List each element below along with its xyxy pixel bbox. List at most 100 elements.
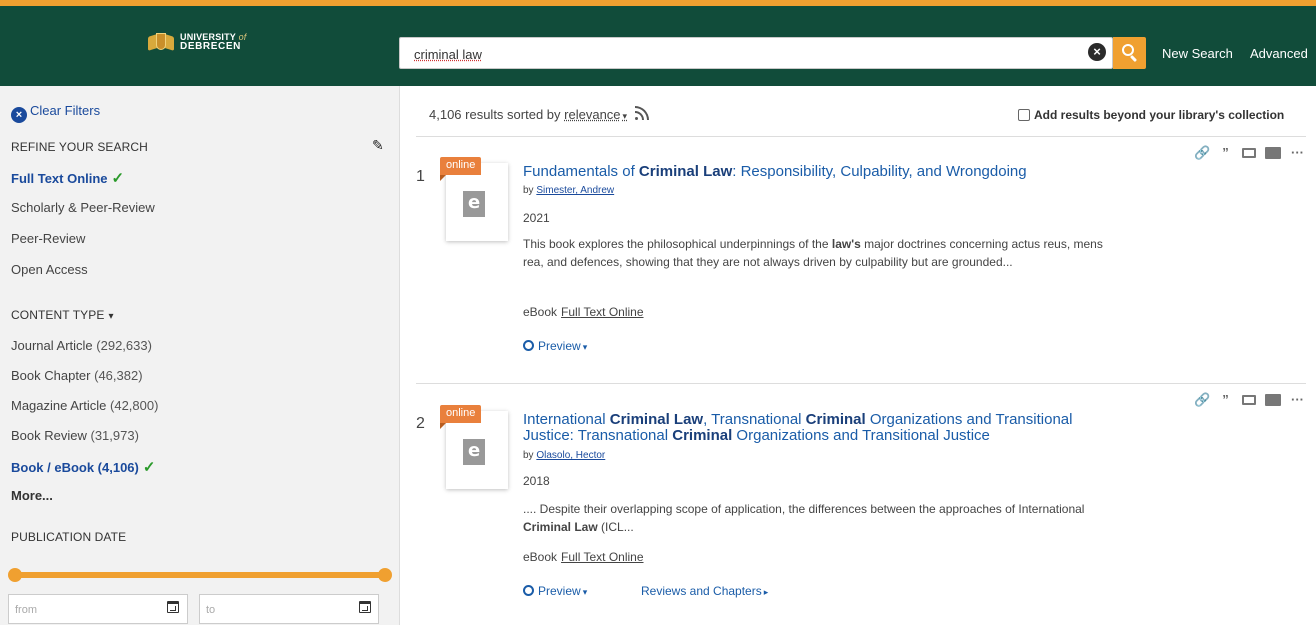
date-from-input[interactable]: from bbox=[8, 594, 188, 624]
title-part: International bbox=[523, 411, 610, 428]
full-text-link[interactable]: Full Text Online bbox=[561, 550, 643, 564]
clear-search-icon[interactable]: × bbox=[1088, 43, 1106, 61]
preview-icon bbox=[523, 340, 534, 351]
slider-handle-end[interactable] bbox=[378, 568, 392, 582]
content-type-count: (292,633) bbox=[96, 338, 152, 353]
author-link[interactable]: Olasolo, Hector bbox=[536, 450, 605, 461]
date-range-slider[interactable] bbox=[14, 572, 386, 578]
title-part-bold: Criminal bbox=[805, 411, 866, 428]
title-part: : Responsibility, Culpability, and Wrong… bbox=[732, 163, 1027, 180]
result-byline: by Olasolo, Hector bbox=[523, 450, 605, 461]
search-button[interactable] bbox=[1113, 37, 1146, 69]
clear-filters-label: Clear Filters bbox=[30, 103, 101, 118]
content-type-count: (46,382) bbox=[94, 368, 143, 383]
logo-line2: DEBRECEN bbox=[180, 41, 241, 52]
calendar-icon[interactable] bbox=[167, 601, 179, 613]
beyond-collection-toggle[interactable]: Add results beyond your library's collec… bbox=[1018, 108, 1284, 122]
title-part-bold: Criminal Law bbox=[609, 411, 704, 428]
by-label: by bbox=[523, 450, 534, 461]
date-to-input[interactable]: to bbox=[199, 594, 379, 624]
filter-scholarly-peer-review[interactable]: Scholarly & Peer-Review bbox=[11, 200, 155, 215]
clear-filters-button[interactable]: × Clear Filters bbox=[11, 103, 100, 123]
calendar-icon[interactable] bbox=[359, 601, 371, 613]
preview-icon bbox=[523, 585, 534, 596]
divider bbox=[416, 383, 1306, 384]
content-type-book-review[interactable]: Book Review (31,973) bbox=[11, 428, 139, 443]
content-type-journal-article[interactable]: Journal Article (292,633) bbox=[11, 338, 152, 353]
full-text-link[interactable]: Full Text Online bbox=[561, 305, 643, 319]
content-type-item-label: Book / eBook (4,106) bbox=[11, 460, 139, 475]
filter-open-access[interactable]: Open Access bbox=[11, 262, 88, 277]
title-part: Organizations and Transitional Justice bbox=[732, 427, 990, 444]
content-type-item-label: Book Review bbox=[11, 428, 87, 443]
result-number: 1 bbox=[416, 168, 425, 185]
search-query: criminal law bbox=[414, 47, 482, 62]
preview-button[interactable]: Preview ▾ bbox=[523, 584, 587, 598]
title-part: Fundamentals of bbox=[523, 163, 639, 180]
online-badge: online bbox=[440, 157, 482, 181]
folder-add-icon[interactable] bbox=[1265, 393, 1281, 406]
content-type-magazine-article[interactable]: Magazine Article (42,800) bbox=[11, 398, 158, 413]
result-format: eBook Full Text Online bbox=[523, 305, 644, 319]
beyond-collection-checkbox[interactable] bbox=[1018, 109, 1030, 121]
sort-dropdown[interactable]: relevance ▾ bbox=[564, 107, 627, 122]
results-summary: 4,106 results sorted by relevance ▾ bbox=[429, 106, 649, 122]
folder-add-icon[interactable] bbox=[1265, 146, 1281, 159]
content-type-count: (42,800) bbox=[110, 398, 159, 413]
chevron-down-icon: ▾ bbox=[108, 311, 114, 322]
result-format: eBook Full Text Online bbox=[523, 550, 644, 564]
advanced-search-link[interactable]: Advanced bbox=[1250, 46, 1308, 61]
format-label: eBook bbox=[523, 550, 558, 564]
search-input[interactable]: criminal law bbox=[399, 37, 1113, 69]
title-part: , Transnational bbox=[703, 411, 806, 428]
content-type-book-ebook[interactable]: Book / eBook (4,106) ✓ bbox=[11, 458, 155, 476]
edit-pencil-icon[interactable]: ✎ bbox=[372, 137, 388, 153]
publication-date-heading: PUBLICATION DATE bbox=[11, 530, 127, 544]
link-icon[interactable]: 🔗 bbox=[1194, 392, 1210, 407]
result-actions: 🔗 ” ··· bbox=[1194, 392, 1305, 407]
more-icon[interactable]: ··· bbox=[1290, 145, 1305, 160]
email-icon[interactable] bbox=[1242, 394, 1256, 405]
divider bbox=[416, 136, 1306, 137]
university-logo[interactable]: UNIVERSITY of DEBRECEN bbox=[148, 32, 246, 52]
filter-sidebar bbox=[0, 86, 400, 625]
more-content-types-link[interactable]: More... bbox=[11, 488, 53, 503]
content-type-count: (31,973) bbox=[90, 428, 139, 443]
content-type-item-label: Magazine Article bbox=[11, 398, 107, 413]
preview-button[interactable]: Preview ▾ bbox=[523, 339, 587, 353]
quote-icon[interactable]: ” bbox=[1218, 392, 1233, 407]
snippet-part-bold: law's bbox=[831, 237, 861, 251]
new-search-link[interactable]: New Search bbox=[1162, 46, 1233, 61]
email-icon[interactable] bbox=[1242, 147, 1256, 158]
snippet-part-bold: Criminal Law bbox=[523, 520, 598, 534]
author-link[interactable]: Simester, Andrew bbox=[536, 185, 614, 196]
filter-full-text-online[interactable]: Full Text Online ✓ bbox=[11, 169, 124, 187]
filter-peer-review[interactable]: Peer-Review bbox=[11, 231, 85, 246]
result-actions: 🔗 ” ··· bbox=[1194, 145, 1305, 160]
content-type-item-label: Journal Article bbox=[11, 338, 93, 353]
preview-label: Preview bbox=[538, 339, 581, 353]
title-part-bold: Criminal Law bbox=[638, 163, 733, 180]
slider-handle-start[interactable] bbox=[8, 568, 22, 582]
result-snippet: .... Despite their overlapping scope of … bbox=[523, 500, 1123, 536]
result-number: 2 bbox=[416, 415, 425, 432]
content-type-heading[interactable]: CONTENT TYPE ▾ bbox=[11, 308, 114, 322]
rss-feed-icon[interactable] bbox=[634, 106, 649, 120]
crest-icon bbox=[148, 32, 174, 52]
content-type-book-chapter[interactable]: Book Chapter (46,382) bbox=[11, 368, 143, 383]
online-badge: online bbox=[440, 405, 482, 429]
quote-icon[interactable]: ” bbox=[1218, 145, 1233, 160]
result-title[interactable]: Fundamentals of Criminal Law: Responsibi… bbox=[523, 164, 1113, 180]
checkmark-icon: ✓ bbox=[111, 170, 125, 187]
reviews-and-chapters-link[interactable]: Reviews and Chapters ▸ bbox=[641, 584, 768, 598]
result-byline: by Simester, Andrew bbox=[523, 185, 614, 196]
format-label: eBook bbox=[523, 305, 558, 319]
title-part-bold: Criminal bbox=[672, 427, 733, 444]
content-type-label: CONTENT TYPE bbox=[11, 308, 105, 322]
more-icon[interactable]: ··· bbox=[1290, 392, 1305, 407]
results-count: 4,106 results sorted by bbox=[429, 107, 561, 122]
link-icon[interactable]: 🔗 bbox=[1194, 145, 1210, 160]
result-title[interactable]: International Criminal Law, Transnationa… bbox=[523, 412, 1113, 444]
result-snippet: This book explores the philosophical und… bbox=[523, 235, 1123, 271]
reviews-label: Reviews and Chapters bbox=[641, 584, 762, 598]
